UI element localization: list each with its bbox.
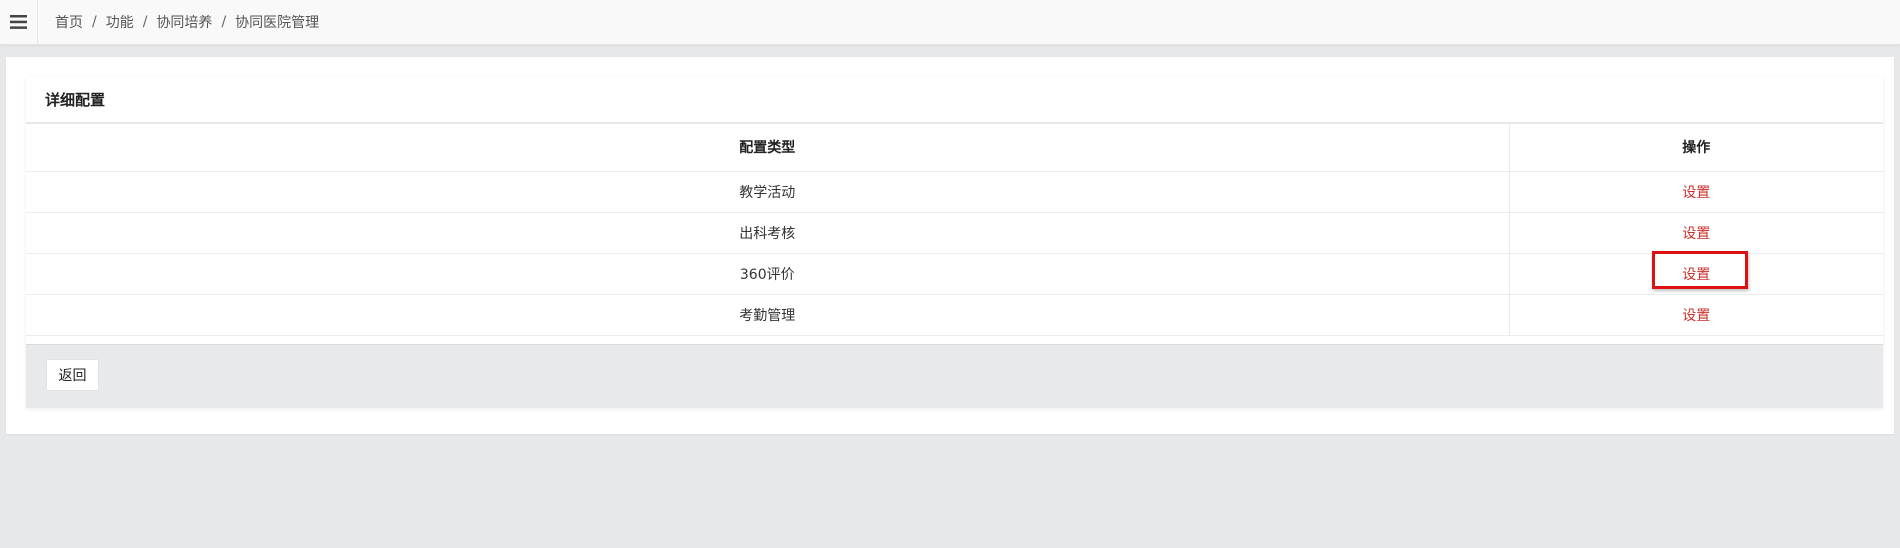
table-header-row: 配置类型 操作 bbox=[26, 124, 1883, 172]
column-header-action: 操作 bbox=[1509, 124, 1883, 172]
breadcrumb-separator: / bbox=[92, 14, 97, 30]
config-table: 配置类型 操作 教学活动 设置 出科考核 设置 360评价 设置 考勤管理 设置 bbox=[26, 124, 1883, 336]
column-header-config-type: 配置类型 bbox=[26, 124, 1510, 172]
breadcrumb: 首页 / 功能 / 协同培养 / 协同医院管理 bbox=[38, 12, 319, 32]
table-row: 考勤管理 设置 bbox=[26, 294, 1883, 336]
config-type-cell: 360评价 bbox=[26, 253, 1510, 295]
set-link-attendance[interactable]: 设置 bbox=[1682, 308, 1710, 324]
action-cell: 设置 bbox=[1509, 212, 1883, 254]
card-title: 详细配置 bbox=[26, 77, 1883, 124]
breadcrumb-item-home[interactable]: 首页 bbox=[55, 12, 83, 32]
action-cell: 设置 bbox=[1509, 250, 1883, 295]
action-cell: 设置 bbox=[1509, 171, 1883, 213]
content-panel: 详细配置 配置类型 操作 教学活动 设置 出科考核 设置 360评价 设置 考勤… bbox=[6, 57, 1894, 434]
table-row: 出科考核 设置 bbox=[26, 212, 1883, 254]
config-type-cell: 出科考核 bbox=[26, 212, 1510, 254]
breadcrumb-item-function[interactable]: 功能 bbox=[106, 12, 134, 32]
table-row: 教学活动 设置 bbox=[26, 171, 1883, 213]
card-footer: 返回 bbox=[26, 344, 1883, 408]
set-link-teaching-activity[interactable]: 设置 bbox=[1682, 185, 1710, 201]
top-navbar: 首页 / 功能 / 协同培养 / 协同医院管理 bbox=[0, 0, 1900, 45]
breadcrumb-separator: / bbox=[142, 14, 148, 30]
breadcrumb-item-collaborative-training[interactable]: 协同培养 bbox=[156, 12, 212, 32]
config-type-cell: 考勤管理 bbox=[26, 294, 1510, 336]
highlighted-action: 设置 bbox=[1652, 250, 1749, 289]
detail-config-card: 详细配置 配置类型 操作 教学活动 设置 出科考核 设置 360评价 设置 考勤… bbox=[26, 77, 1883, 408]
set-link-department-exam[interactable]: 设置 bbox=[1682, 226, 1710, 242]
breadcrumb-item-hospital-management: 协同医院管理 bbox=[235, 15, 320, 31]
config-type-cell: 教学活动 bbox=[26, 171, 1510, 213]
hamburger-menu-icon bbox=[10, 15, 27, 29]
action-cell: 设置 bbox=[1509, 294, 1883, 336]
menu-toggle-button[interactable] bbox=[0, 0, 38, 45]
table-row: 360评价 设置 bbox=[26, 250, 1883, 295]
back-button[interactable]: 返回 bbox=[46, 359, 99, 391]
breadcrumb-separator: / bbox=[221, 14, 227, 30]
set-link-360-evaluation[interactable]: 设置 bbox=[1682, 267, 1710, 283]
